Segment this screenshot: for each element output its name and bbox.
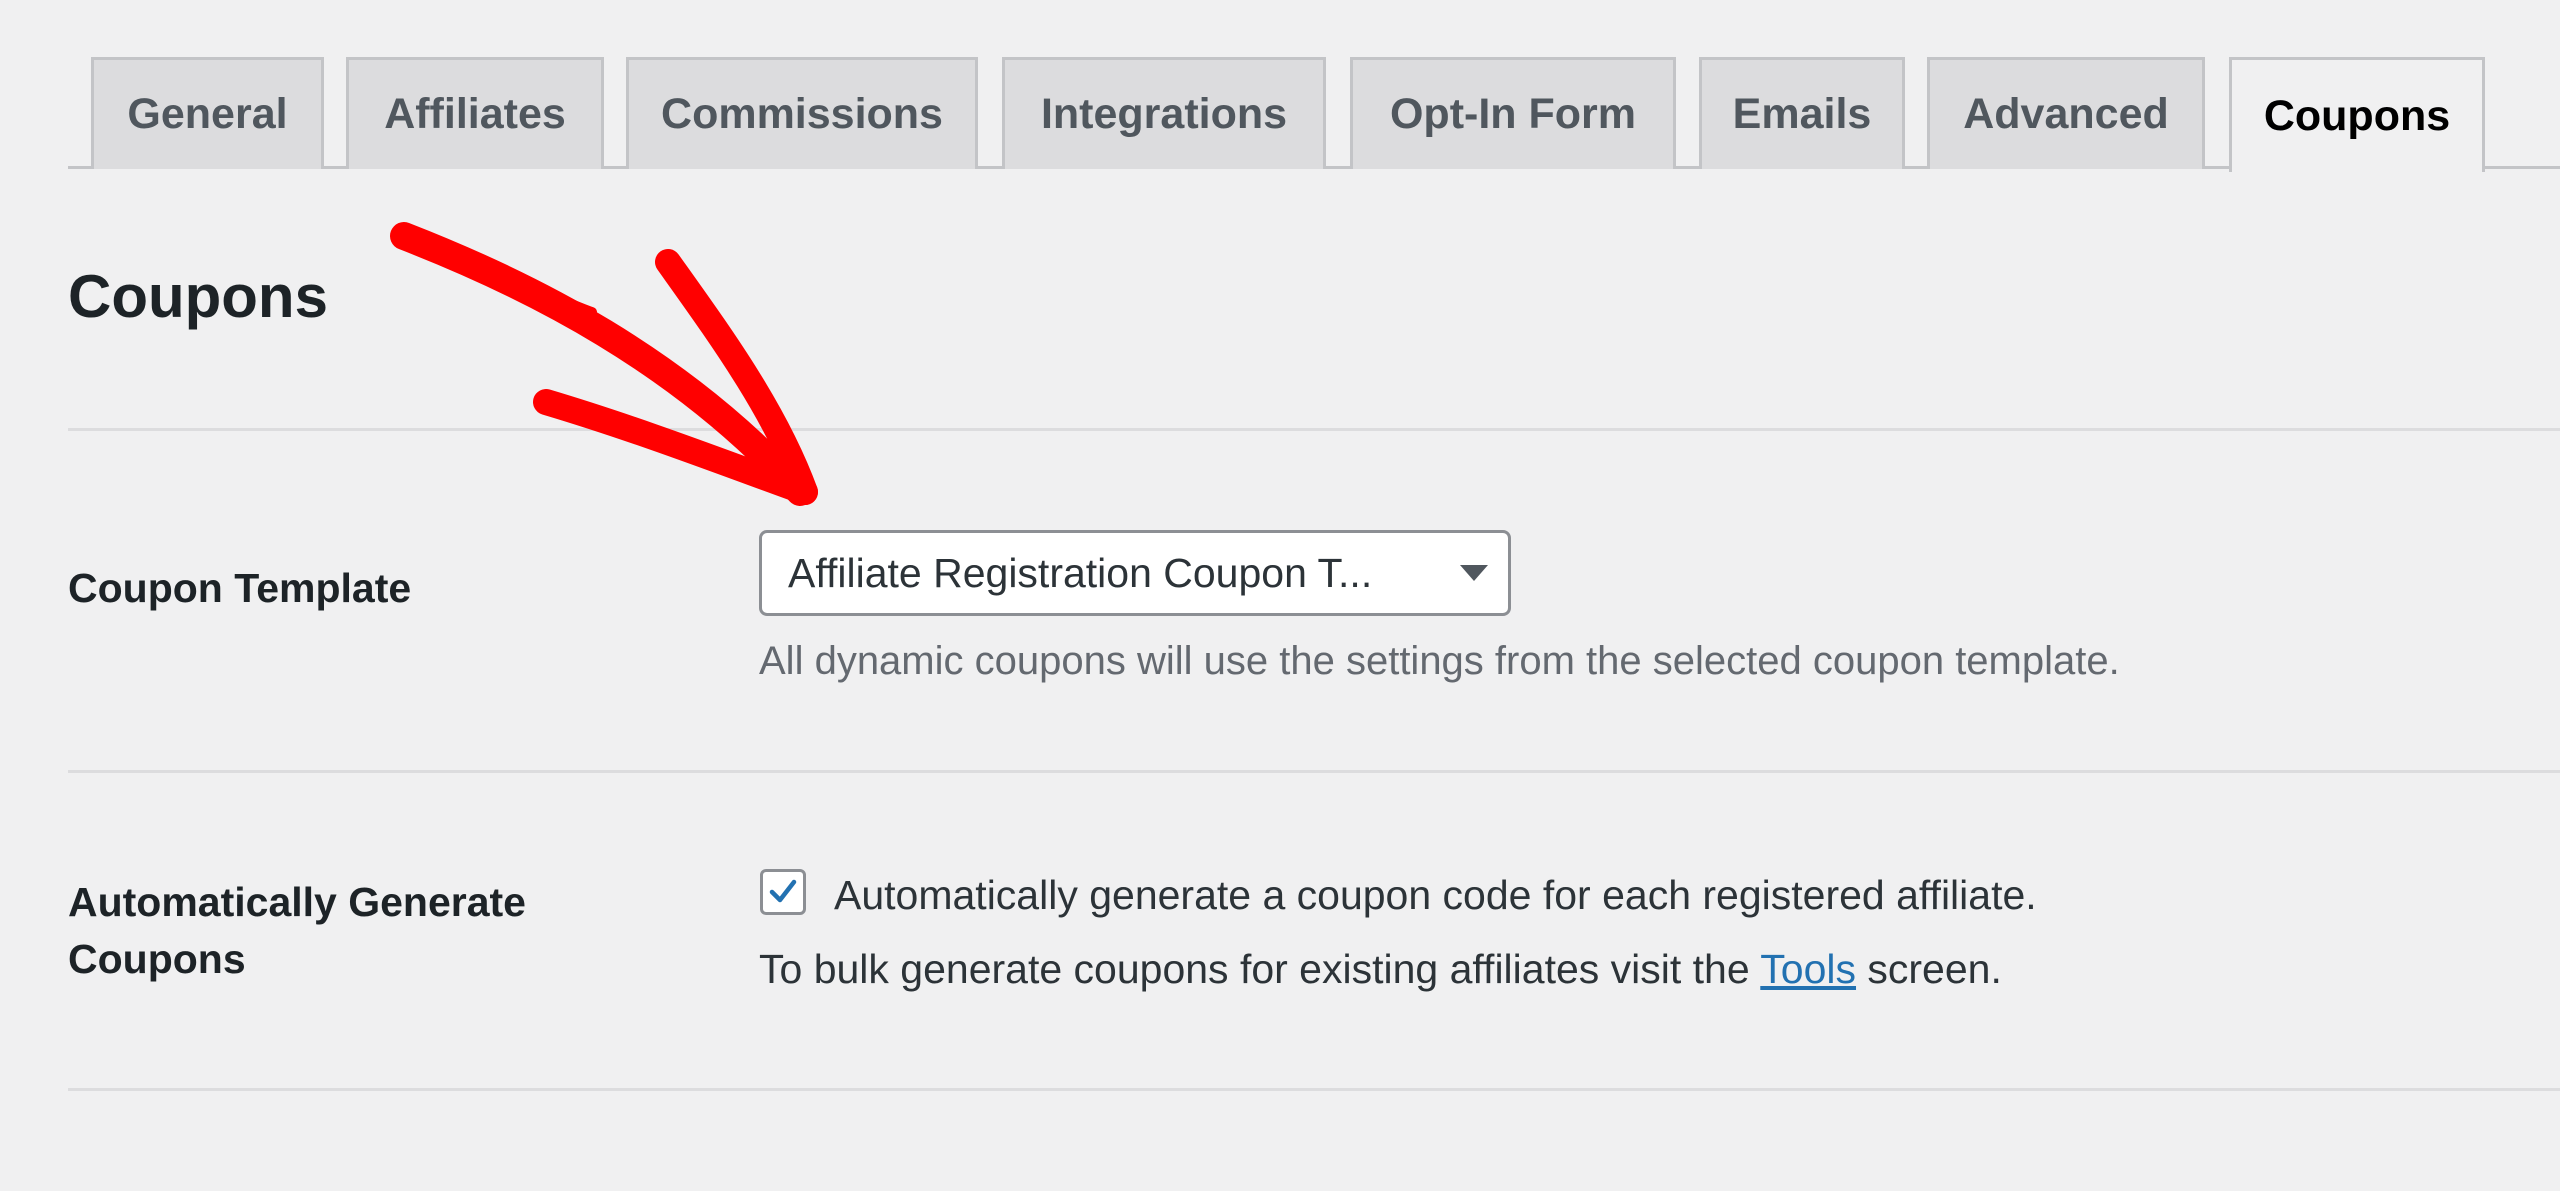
auto-generate-label-line1: Automatically Generate [68, 879, 526, 925]
coupon-template-selected-value: Affiliate Registration Coupon T... [788, 549, 1373, 596]
section-divider [68, 428, 2560, 431]
auto-generate-label-line2: Coupons [68, 936, 246, 982]
bulk-generate-help-suffix: screen. [1856, 946, 2002, 992]
section-divider [68, 1088, 2560, 1091]
tab-integrations[interactable]: Integrations [1002, 57, 1326, 169]
settings-tabs: General Affiliates Commissions Integrati… [68, 57, 2560, 172]
auto-generate-checkbox-label[interactable]: Automatically generate a coupon code for… [834, 872, 2037, 919]
coupon-template-description: All dynamic coupons will use the setting… [759, 639, 2120, 683]
tab-advanced[interactable]: Advanced [1927, 57, 2205, 169]
tools-link[interactable]: Tools [1760, 946, 1856, 992]
auto-generate-label: Automatically Generate Coupons [68, 874, 526, 988]
tab-coupons[interactable]: Coupons [2229, 57, 2485, 172]
tab-commissions[interactable]: Commissions [626, 57, 978, 169]
bulk-generate-help: To bulk generate coupons for existing af… [759, 946, 2002, 993]
coupon-template-label: Coupon Template [68, 565, 412, 611]
section-divider [68, 770, 2560, 773]
tab-emails[interactable]: Emails [1699, 57, 1905, 169]
tab-opt-in-form[interactable]: Opt-In Form [1350, 57, 1676, 169]
chevron-down-icon [1460, 565, 1488, 581]
tab-affiliates[interactable]: Affiliates [346, 57, 604, 169]
tab-general[interactable]: General [91, 57, 324, 169]
page-title: Coupons [68, 263, 328, 330]
auto-generate-checkbox[interactable] [760, 869, 806, 915]
checkmark-icon [769, 879, 797, 903]
bulk-generate-help-text: To bulk generate coupons for existing af… [759, 946, 1761, 992]
coupon-template-select[interactable]: Affiliate Registration Coupon T... [759, 530, 1511, 616]
